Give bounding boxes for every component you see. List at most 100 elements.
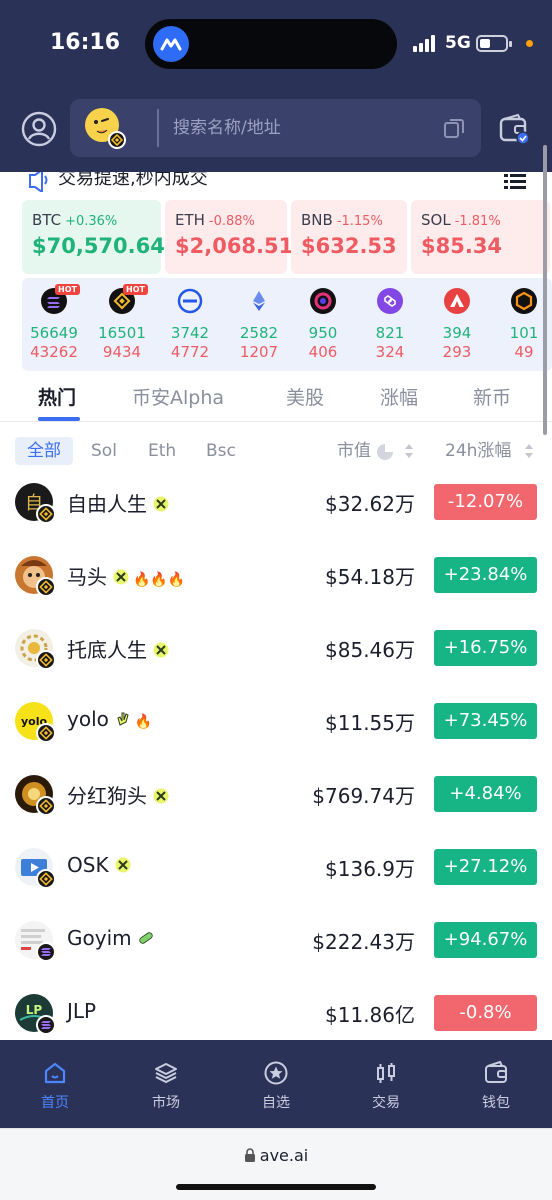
token-name: JLP xyxy=(67,999,96,1023)
ticker-sol[interactable]: SOL -1.81% $85.34 xyxy=(411,200,550,274)
home-icon xyxy=(44,1062,66,1084)
chain-filter-sol[interactable]: Sol xyxy=(91,437,117,465)
status-bar: 16:16 5G xyxy=(0,0,552,90)
token-change-badge[interactable]: +27.12% xyxy=(434,849,537,885)
chain-polygon[interactable]: 821 324 xyxy=(360,286,420,361)
network-type: 5G xyxy=(445,33,471,53)
search-input[interactable] xyxy=(173,115,423,141)
table-row[interactable]: 马头 🔥🔥🔥 $54.18万 +23.84% xyxy=(0,539,552,612)
hot-badge: HOT xyxy=(55,284,80,295)
url-display[interactable]: ave.ai xyxy=(0,1146,552,1165)
ticker-symbol: BNB xyxy=(301,211,333,229)
chain-up-count: 3742 xyxy=(170,324,210,342)
verified-badge-icon xyxy=(153,496,169,512)
chain-monad[interactable]: 950 406 xyxy=(293,286,353,361)
tab-hot[interactable]: 热门 xyxy=(38,383,76,410)
paste-button[interactable] xyxy=(442,116,466,140)
bottom-navigation: 首页 市场 自选 交易 钱包 xyxy=(0,1040,552,1128)
table-row[interactable]: 分红狗头 $769.74万 +4.84% xyxy=(0,758,552,831)
token-change-badge[interactable]: +94.67% xyxy=(434,922,537,958)
token-market-cap: $11.86亿 xyxy=(325,1003,415,1027)
base-icon xyxy=(177,288,203,314)
nav-home[interactable]: 首页 xyxy=(15,1060,95,1112)
wallet-connect-button[interactable] xyxy=(498,113,530,145)
sort-market-cap[interactable]: 市值 xyxy=(337,437,371,465)
token-change-badge[interactable]: +16.75% xyxy=(434,630,537,666)
token-change-badge[interactable]: +4.84% xyxy=(434,776,537,812)
ticker-price: $85.34 xyxy=(421,234,503,258)
chain-down-count: 43262 xyxy=(30,343,78,361)
wallet-icon xyxy=(499,113,530,145)
chain-up-count: 2582 xyxy=(239,324,279,342)
token-change-badge[interactable]: +23.84% xyxy=(434,557,537,593)
polygon-icon xyxy=(377,288,403,314)
pill-icon xyxy=(138,932,153,944)
token-change-badge[interactable]: -12.07% xyxy=(434,484,537,520)
ticker-change: +0.36% xyxy=(65,214,118,229)
menu-icon[interactable] xyxy=(504,174,526,190)
tab-binance-alpha[interactable]: 币安Alpha xyxy=(132,383,224,410)
table-row[interactable]: 托底人生 $85.46万 +16.75% xyxy=(0,612,552,685)
nav-market[interactable]: 市场 xyxy=(126,1060,206,1112)
table-row[interactable]: Goyim $222.43万 +94.67% xyxy=(0,904,552,977)
chain-stats-strip[interactable]: HOT 56649 43262 HOT 16501 9434 3742 4772… xyxy=(22,278,552,371)
bnb-chain-badge xyxy=(36,869,56,889)
nav-wallet[interactable]: 钱包 xyxy=(456,1060,536,1112)
app-activity-icon xyxy=(153,26,189,62)
filter-row: 全部 Sol Eth Bsc 市值 24h涨幅 xyxy=(0,432,552,468)
announcement-text: 交易提速,秒内成交 xyxy=(58,172,208,189)
table-row[interactable]: OSK $136.9万 +27.12% xyxy=(0,831,552,904)
chain-filter-bsc[interactable]: Bsc xyxy=(206,437,236,465)
candlestick-icon xyxy=(377,1063,395,1083)
pie-chart-icon[interactable] xyxy=(376,443,394,461)
token-list: 自 自由人生 $32.62万 -12.07% 马头 🔥🔥🔥 $54.18万 +23… xyxy=(0,466,552,1040)
table-row[interactable]: LP JLP $11.86亿 -0.8% xyxy=(0,977,552,1040)
chain-base[interactable]: 3742 4772 xyxy=(160,286,220,361)
ticker-price: $632.53 xyxy=(301,234,397,258)
ticker-btc[interactable]: BTC +0.36% $70,570.64 xyxy=(22,200,165,274)
token-change-badge[interactable]: -0.8% xyxy=(434,995,537,1031)
nav-trade[interactable]: 交易 xyxy=(346,1060,426,1112)
token-name: 马头 🔥🔥🔥 xyxy=(67,561,185,590)
search-bar[interactable] xyxy=(70,99,481,157)
chain-down-count: 324 xyxy=(375,343,405,361)
chain-bnb[interactable]: HOT 16501 9434 xyxy=(92,284,152,361)
chain-avalanche[interactable]: 394 293 xyxy=(427,286,487,361)
scrollbar[interactable] xyxy=(543,145,547,435)
wallet-icon xyxy=(485,1060,507,1083)
fire-icon: 🔥🔥🔥 xyxy=(133,572,186,588)
chain-up-count: 950 xyxy=(308,324,338,342)
chain-ethereum[interactable]: 2582 1207 xyxy=(229,286,289,361)
chain-up-count: 821 xyxy=(375,324,405,342)
tab-gainers[interactable]: 涨幅 xyxy=(380,383,418,410)
chain-filter-all[interactable]: 全部 xyxy=(15,437,73,465)
tab-us-stocks[interactable]: 美股 xyxy=(286,383,324,410)
chain-down-count: 1207 xyxy=(239,343,279,361)
table-row[interactable]: yolo yolo 🔥 $11.55万 +73.45% xyxy=(0,685,552,758)
ticker-change: -0.88% xyxy=(208,214,255,229)
ticker-symbol: ETH xyxy=(175,211,205,229)
lock-icon xyxy=(244,1148,255,1162)
browser-address-bar[interactable]: ave.ai xyxy=(0,1128,552,1200)
nav-watchlist[interactable]: 自选 xyxy=(236,1060,316,1112)
star-icon xyxy=(264,1061,288,1085)
nav-label: 交易 xyxy=(372,1095,400,1111)
bnb-chain-badge xyxy=(36,723,56,743)
url-text: ave.ai xyxy=(259,1146,309,1165)
sort-arrows-icon[interactable] xyxy=(523,441,535,461)
table-row[interactable]: 自 自由人生 $32.62万 -12.07% xyxy=(0,466,552,539)
mascot-avatar[interactable] xyxy=(84,107,126,149)
ticker-bnb[interactable]: BNB -1.15% $632.53 xyxy=(291,200,407,274)
chain-filter-eth[interactable]: Eth xyxy=(148,437,176,465)
announcement-bar[interactable]: 交易提速,秒内成交 xyxy=(0,172,552,196)
ticker-eth[interactable]: ETH -0.88% $2,068.51 xyxy=(165,200,293,274)
home-indicator[interactable] xyxy=(176,1184,376,1190)
token-change-badge[interactable]: +73.45% xyxy=(434,703,537,739)
token-market-cap: $222.43万 xyxy=(312,930,415,954)
tab-new-coins[interactable]: 新币 xyxy=(473,383,511,410)
sort-24h-change[interactable]: 24h涨幅 xyxy=(445,437,511,465)
user-profile-button[interactable] xyxy=(20,110,58,148)
bnb-chain-badge xyxy=(36,650,56,670)
sort-arrows-icon[interactable] xyxy=(403,441,415,461)
chain-solana[interactable]: HOT 56649 43262 xyxy=(24,284,84,361)
